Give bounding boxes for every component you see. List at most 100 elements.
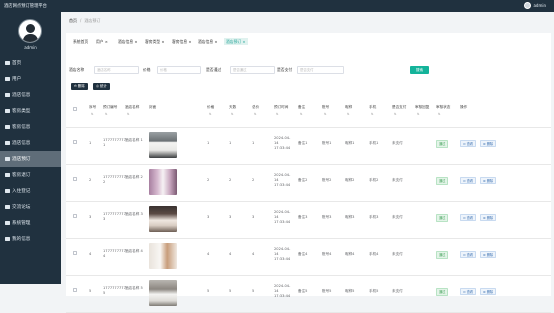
cell-code: 1777777777 2 — [103, 175, 126, 184]
avatar[interactable] — [524, 2, 532, 9]
select-all-checkbox[interactable] — [73, 107, 77, 111]
delete-button[interactable]: ⊖ 删除 — [71, 83, 88, 90]
sidebar-item[interactable]: 入住登记 — [0, 183, 61, 199]
sort-icon[interactable]: ⇅ — [254, 112, 257, 116]
tabs-bar: 系统首页 用户 × 酒店信息 × 客房类型 × 客房信息 × 酒店信息 × 酒店预订 × — [66, 33, 551, 50]
cell-account: 账号5 — [322, 288, 332, 293]
cell-time: 2024-04-14 17:33:44 — [274, 284, 291, 298]
room-photo — [149, 132, 177, 158]
row-checkbox[interactable] — [73, 140, 77, 144]
cell-time: 2024-04-14 17:33:44 — [274, 136, 291, 150]
view-button[interactable]: ⊙ 查看 — [460, 139, 477, 147]
column-header[interactable]: 天数 ⇅ — [229, 96, 251, 127]
sort-icon[interactable]: ⇅ — [209, 112, 212, 116]
avatar-body — [23, 34, 38, 42]
column-header[interactable]: 审核回复 ⇅ — [415, 96, 437, 127]
delete-row-button[interactable]: ⊗ 删除 — [480, 176, 497, 184]
sort-icon[interactable]: ⇅ — [324, 112, 327, 116]
sort-icon[interactable]: ⇅ — [276, 112, 279, 116]
column-header[interactable]: 封面 — [149, 96, 171, 127]
column-header[interactable]: 昵称 ⇅ — [345, 96, 367, 127]
search-button[interactable]: 搜索 — [410, 66, 429, 74]
sidebar-item[interactable]: 系统管理 — [0, 215, 61, 231]
stats-button[interactable]: ◎ 统计 — [93, 83, 110, 90]
column-header[interactable]: 预订时间 ⇅ — [274, 96, 296, 127]
breadcrumb-home[interactable]: 首页 — [69, 18, 77, 23]
column-header-label: 昵称 — [345, 105, 353, 109]
cell-total: 1 — [252, 140, 255, 145]
row-checkbox[interactable] — [73, 214, 77, 218]
sort-icon[interactable]: ⇅ — [417, 112, 420, 116]
filter-input[interactable]: 是否通过 — [230, 66, 275, 74]
sidebar-item[interactable]: 客房信息 — [0, 119, 61, 135]
column-header[interactable]: 是否支付 ⇅ — [392, 96, 414, 127]
column-header[interactable]: 审核状态 ⇅ — [436, 96, 458, 127]
column-header[interactable]: 手机 ⇅ — [369, 96, 391, 127]
tab-item[interactable]: 客房信息 × — [171, 38, 193, 45]
tab-item[interactable]: 酒店信息 × — [117, 38, 139, 45]
delete-row-button[interactable]: ⊗ 删除 — [480, 287, 497, 295]
sort-icon[interactable]: ⇅ — [438, 112, 441, 116]
filter-input[interactable]: 是否支付 — [297, 66, 344, 74]
hotel-icon — [5, 93, 10, 97]
sort-icon[interactable]: ⇅ — [371, 112, 374, 116]
settings-icon — [5, 221, 10, 225]
delete-row-button[interactable]: ⊗ 删除 — [480, 250, 497, 258]
cell-nickname: 昵称3 — [345, 214, 355, 219]
status-badge: 通过 — [436, 288, 449, 296]
sort-icon[interactable]: ⇅ — [127, 112, 130, 116]
sidebar: admin 首页 用户 酒店信息 客房类型 客房信息 酒店信息 酒店预订 客房退订 入住登记 交流… — [0, 12, 61, 284]
sort-icon[interactable]: ⇅ — [394, 112, 397, 116]
cell-days: 2 — [229, 177, 232, 182]
filter-input[interactable]: 酒店名称 — [94, 66, 139, 74]
cell-no: 5 — [89, 288, 92, 293]
sidebar-item[interactable]: 交流论坛 — [0, 199, 61, 215]
column-header-label: 酒店名称 — [125, 105, 140, 109]
tab-item[interactable]: 用户 × — [95, 38, 109, 45]
sidebar-item[interactable]: 酒店信息 — [0, 135, 61, 151]
sidebar-item[interactable]: 首页 — [0, 55, 61, 71]
sidebar-item[interactable]: 酒店信息 — [0, 87, 61, 103]
sort-icon[interactable]: ⇅ — [300, 112, 303, 116]
status-badge: 通过 — [436, 177, 449, 185]
delete-row-button-label: 删除 — [486, 178, 494, 183]
filter-input[interactable]: 价格 — [157, 66, 201, 74]
view-button[interactable]: ⊙ 查看 — [460, 287, 477, 295]
tab-item[interactable]: 客房类型 × — [144, 38, 166, 45]
row-checkbox[interactable] — [73, 288, 77, 292]
column-header[interactable]: 价格 ⇅ — [207, 96, 229, 127]
row-checkbox[interactable] — [73, 251, 77, 255]
delete-row-button[interactable]: ⊗ 删除 — [480, 139, 497, 147]
tab-item[interactable]: 酒店信息 × — [197, 38, 219, 45]
column-header[interactable]: 总价 ⇅ — [252, 96, 274, 127]
row-checkbox[interactable] — [73, 177, 77, 181]
booking-table: 序号 ⇅ 预订编号 ⇅ 酒店名称 ⇅ 封面 价格 ⇅ 天数 ⇅ 总价 ⇅ 预订时间 ⇅ 备注 ⇅ 账号 ⇅ 昵称 ⇅ 手机… — [66, 96, 551, 313]
sort-icon[interactable]: ⇅ — [347, 112, 350, 116]
column-header[interactable]: 预订编号 ⇅ — [103, 96, 125, 127]
column-header[interactable]: 操作 — [460, 96, 482, 127]
sort-icon[interactable]: ⇅ — [91, 112, 94, 116]
view-button[interactable]: ⊙ 查看 — [460, 176, 477, 184]
user-menu[interactable]: admin — [524, 2, 546, 9]
sort-icon[interactable]: ⇅ — [105, 112, 108, 116]
column-header[interactable]: 账号 ⇅ — [322, 96, 344, 127]
cell-no: 2 — [89, 177, 92, 182]
sidebar-item[interactable]: 酒店预订 — [0, 151, 61, 167]
view-button[interactable]: ⊙ 查看 — [460, 250, 477, 258]
view-button[interactable]: ⊙ 查看 — [460, 213, 477, 221]
sidebar-item-label: 交流论坛 — [12, 205, 31, 210]
sidebar-item[interactable]: 我的信息 — [0, 231, 61, 247]
filter-label: 是否通过 — [206, 67, 222, 72]
column-header[interactable]: 酒店名称 ⇅ — [125, 96, 147, 127]
tab-item[interactable]: 酒店预订 × — [224, 37, 248, 45]
sort-icon[interactable]: ⇅ — [231, 112, 234, 116]
delete-row-button[interactable]: ⊗ 删除 — [480, 213, 497, 221]
tab-item[interactable]: 系统首页 — [72, 38, 89, 45]
sidebar-item[interactable]: 用户 — [0, 71, 61, 87]
cell-hotel: 酒店名称 1 — [125, 138, 143, 142]
sidebar-item[interactable]: 客房退订 — [0, 167, 61, 183]
breadcrumb-current: 酒店预订 — [84, 18, 101, 23]
sidebar-item[interactable]: 客房类型 — [0, 103, 61, 119]
column-header[interactable]: 备注 ⇅ — [298, 96, 320, 127]
forum-icon — [5, 205, 10, 209]
